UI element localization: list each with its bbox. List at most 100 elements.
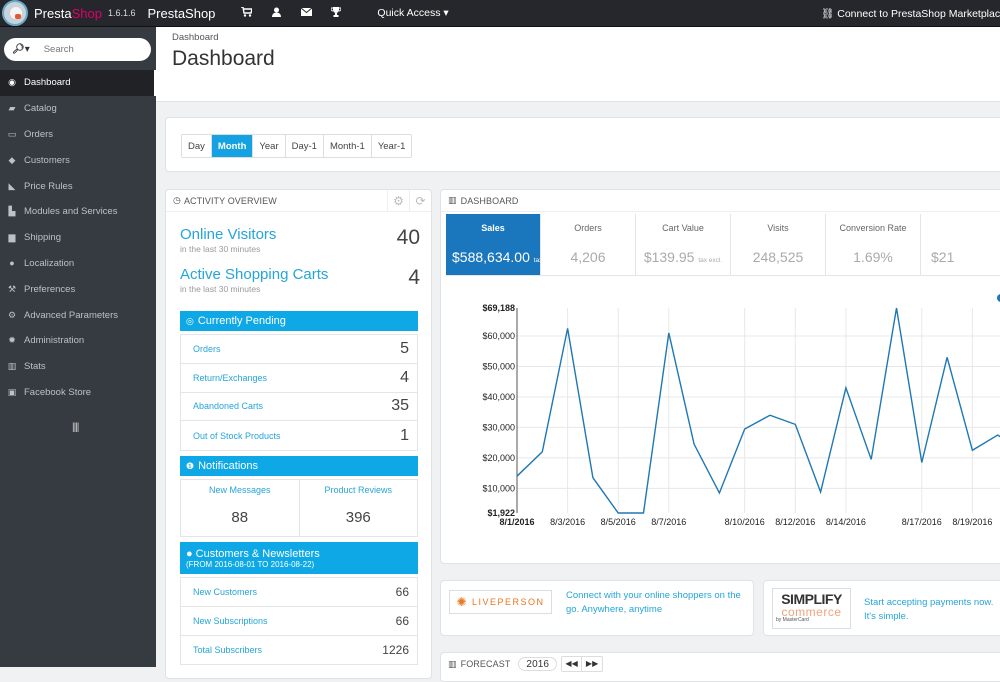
- new-messages-link[interactable]: New Messages: [181, 485, 299, 495]
- search-input[interactable]: [43, 44, 139, 55]
- sidebar-item-shipping[interactable]: ▆ Shipping: [0, 225, 156, 251]
- new-messages-value: 88: [231, 509, 249, 526]
- sales-line-chart: $1,922$10,000$20,000$30,000$40,000$50,00…: [482, 294, 1000, 527]
- y-tick-label: $69,188: [482, 303, 515, 313]
- kpi-value-number: $588,634.00: [452, 249, 530, 265]
- sidebar-item-advanced-parameters[interactable]: ⚙ Advanced Parameters: [0, 302, 156, 328]
- refresh-icon[interactable]: ⟳: [409, 190, 431, 212]
- kpi-tabs: Sales $588,634.00 tax excl. Orders 4,206 C…: [446, 214, 1000, 276]
- kpi-visits[interactable]: Visits 248,525: [731, 214, 826, 275]
- x-tick-label: 8/10/2016: [725, 517, 765, 527]
- sidebar-item-catalog[interactable]: ▰ Catalog: [0, 96, 156, 122]
- bar-chart-icon: ▥: [7, 361, 17, 372]
- sidebar: 🔎︎▾ ◉ Dashboard ▰ Catalog ▭ Orders ◆ Custome…: [0, 27, 156, 667]
- product-reviews-link[interactable]: Product Reviews: [300, 485, 418, 495]
- simplify-commerce-ad[interactable]: SIMPLIFY commerce by MasterCard Start ac…: [763, 580, 1000, 636]
- new-customers-link[interactable]: New Customers: [193, 587, 257, 597]
- kpi-sales[interactable]: Sales $588,634.00 tax excl.: [446, 214, 541, 275]
- simplify-logo-line1: SIMPLIFY: [781, 591, 842, 607]
- quick-access-dropdown[interactable]: Quick Access ▾: [377, 7, 448, 19]
- active-carts-value: 4: [408, 266, 420, 289]
- sidebar-item-localization[interactable]: ● Localization: [0, 251, 156, 277]
- trophy-icon[interactable]: [321, 6, 351, 20]
- previous-year-button[interactable]: ◀◀: [562, 657, 583, 671]
- liveperson-ad[interactable]: ✺ LIVEPERSON Connect with your online sho…: [440, 580, 754, 636]
- search-icon[interactable]: 🔎︎▾: [12, 44, 30, 55]
- connect-marketplace-link[interactable]: ⛓ Connect to PrestaShop Marketplace acc: [821, 7, 1000, 20]
- tag-icon: ◣: [8, 180, 16, 191]
- sidebar-item-label: Facebook Store: [24, 386, 92, 398]
- sidebar-item-label: Catalog: [24, 103, 57, 115]
- kpi-net-profit[interactable]: $21: [921, 214, 1000, 275]
- liveperson-logo: ✺ LIVEPERSON: [449, 590, 552, 614]
- kpi-suffix: tax excl.: [698, 257, 723, 264]
- group-icon: ◆: [8, 154, 16, 165]
- out-of-stock-link[interactable]: Out of Stock Products: [193, 431, 281, 441]
- table-row: Return/Exchanges 4: [181, 364, 417, 393]
- collapse-sidebar-icon[interactable]: ||||: [72, 422, 79, 433]
- next-year-button[interactable]: ▶▶: [582, 657, 602, 671]
- new-subscriptions-link[interactable]: New Subscriptions: [193, 616, 268, 626]
- online-visitors-link[interactable]: Online Visitors: [180, 226, 420, 243]
- brand-part1: Presta: [34, 5, 72, 21]
- kpi-conversion-rate[interactable]: Conversion Rate 1.69%: [826, 214, 921, 275]
- sidebar-item-administration[interactable]: ✹ Administration: [0, 328, 156, 354]
- user-icon[interactable]: [261, 7, 291, 20]
- search-box: 🔎︎▾: [4, 38, 151, 61]
- credit-card-icon: ▭: [7, 128, 17, 139]
- liveperson-ad-text[interactable]: Connect with your online shoppers on the…: [566, 589, 746, 617]
- user-icon: ●: [186, 547, 193, 560]
- customers-table: New Customers 66 New Subscriptions 66 Tota…: [180, 577, 418, 666]
- shop-name-link[interactable]: PrestaShop: [147, 6, 215, 21]
- brand-name: PrestaShop: [34, 6, 102, 21]
- bar-chart-icon: ▥: [448, 658, 457, 669]
- pending-orders-value: 5: [400, 339, 409, 357]
- sidebar-item-facebook-store[interactable]: ▣ Facebook Store: [0, 380, 156, 406]
- cogs-icon: ⚙: [7, 309, 17, 320]
- sidebar-item-stats[interactable]: ▥ Stats: [0, 354, 156, 380]
- period-year-button[interactable]: Year: [253, 135, 286, 157]
- customers-newsletters-header: ● Customers & Newsletters (FROM 2016-08-0…: [180, 542, 418, 574]
- notifications-title: Notifications: [198, 460, 258, 472]
- forecast-year-badge: 2016: [518, 657, 558, 671]
- prestashop-logo[interactable]: [2, 0, 28, 26]
- kpi-label: Visits: [767, 223, 789, 233]
- activity-overview-panel: ◷ ACTIVITY OVERVIEW ⚙ ⟳ Online Visitors i…: [165, 189, 432, 679]
- breadcrumb[interactable]: Dashboard: [172, 32, 218, 43]
- sidebar-item-preferences[interactable]: ⚒ Preferences: [0, 276, 156, 302]
- kpi-suffix: tax excl.: [533, 257, 540, 264]
- settings-gear-icon[interactable]: ⚙: [387, 190, 409, 212]
- sidebar-item-customers[interactable]: ◆ Customers: [0, 147, 156, 173]
- abandoned-carts-link[interactable]: Abandoned Carts: [193, 401, 263, 411]
- kpi-label: Cart Value: [662, 223, 704, 233]
- kpi-orders[interactable]: Orders 4,206: [541, 214, 636, 275]
- sidebar-item-orders[interactable]: ▭ Orders: [0, 122, 156, 148]
- kpi-cart-value[interactable]: Cart Value $139.95 tax excl.: [636, 214, 731, 275]
- period-day-button[interactable]: Day: [182, 135, 212, 157]
- total-subscribers-link[interactable]: Total Subscribers: [193, 645, 262, 655]
- cart-icon[interactable]: [231, 5, 261, 20]
- x-tick-label: 8/5/2016: [601, 517, 636, 527]
- pending-returns-link[interactable]: Return/Exchanges: [193, 373, 267, 383]
- x-tick-label: 8/17/2016: [902, 517, 942, 527]
- y-tick-label: $40,000: [482, 392, 515, 402]
- pending-orders-link[interactable]: Orders: [193, 344, 221, 354]
- sidebar-item-label: Administration: [24, 335, 85, 347]
- sidebar-item-modules[interactable]: ▙ Modules and Services: [0, 199, 156, 225]
- period-month-1-button[interactable]: Month-1: [323, 135, 372, 157]
- simplify-ad-text[interactable]: Start accepting payments now. It's simpl…: [864, 596, 1000, 624]
- period-panel: Day Month Year Day-1 Month-1 Year-1: [165, 117, 1000, 172]
- sidebar-item-price-rules[interactable]: ◣ Price Rules: [0, 173, 156, 199]
- period-day-1-button[interactable]: Day-1: [285, 135, 324, 157]
- truck-icon: ▆: [8, 232, 16, 243]
- envelope-icon[interactable]: [291, 7, 321, 19]
- brand-part2: Shop: [71, 5, 102, 21]
- period-year-1-button[interactable]: Year-1: [371, 135, 412, 157]
- currently-pending-header: ◎ Currently Pending: [180, 311, 418, 331]
- customers-newsletters-range: (FROM 2016-08-01 TO 2016-08-22): [186, 559, 315, 569]
- sidebar-item-label: Orders: [24, 128, 54, 140]
- sidebar-item-dashboard[interactable]: ◉ Dashboard: [0, 70, 156, 96]
- period-month-button[interactable]: Month: [211, 135, 254, 157]
- pending-returns-value: 4: [400, 368, 409, 386]
- active-carts-link[interactable]: Active Shopping Carts: [180, 266, 420, 283]
